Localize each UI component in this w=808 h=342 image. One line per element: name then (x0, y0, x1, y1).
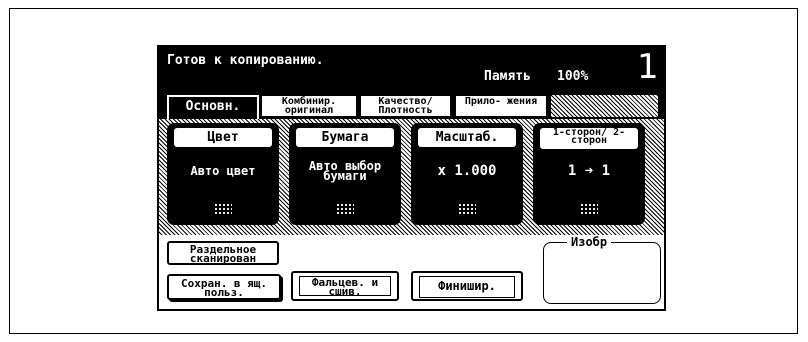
paper-value: Авто выбор бумаги (308, 159, 382, 183)
tab-bar: Основн. Комбинир. оригинал Качество/ Пло… (159, 91, 664, 119)
color-title: Цвет (174, 128, 272, 147)
copier-control-panel: Готов к копированию. Память 100% 1 Основ… (157, 45, 666, 311)
tab-blank-area (551, 95, 658, 117)
basic-settings-area: Цвет Авто цвет Бумага Авто выбор бумаги … (159, 119, 664, 309)
finishing-label: Финишир. (419, 276, 515, 298)
dots-icon (540, 197, 638, 221)
copy-count: 1 (637, 47, 659, 87)
color-button[interactable]: Цвет Авто цвет (167, 123, 279, 225)
duplex-button[interactable]: 1-сторон/ 2-сторон 1 ➜ 1 (533, 123, 645, 225)
fold-bind-button[interactable]: Фальцев. и сшив. (291, 271, 399, 301)
tab-combine-original[interactable]: Комбинир. оригинал (261, 95, 357, 117)
dots-icon (296, 197, 394, 221)
image-panel-label: Изобр (567, 235, 612, 249)
paper-button[interactable]: Бумага Авто выбор бумаги (289, 123, 401, 225)
color-value: Авто цвет (190, 164, 256, 178)
zoom-value: x 1.000 (437, 163, 497, 179)
finishing-button[interactable]: Финишир. (411, 271, 523, 301)
duplex-value: 1 ➜ 1 (567, 163, 611, 179)
duplex-title: 1-сторон/ 2-сторон (540, 128, 638, 149)
zoom-title: Масштаб. (418, 128, 516, 147)
tab-applications[interactable]: Прило- жения (455, 95, 547, 117)
dots-icon (174, 197, 272, 221)
status-message: Готов к копированию. (167, 53, 324, 68)
tab-basic[interactable]: Основн. (167, 95, 259, 119)
image-preview-panel (543, 242, 661, 304)
tab-quality-density[interactable]: Качество/ Плотность (360, 95, 451, 117)
status-bar: Готов к копированию. Память 100% 1 (159, 47, 664, 91)
memory-label: Память (484, 69, 531, 84)
dots-icon (418, 197, 516, 221)
memory-value: 100% (557, 69, 589, 84)
save-to-box-button[interactable]: Сохран. в ящ. польз. (167, 274, 281, 300)
separate-scan-button[interactable]: Раздельное сканирован (167, 241, 279, 265)
paper-title: Бумага (296, 128, 394, 147)
zoom-button[interactable]: Масштаб. x 1.000 (411, 123, 523, 225)
fold-bind-label: Фальцев. и сшив. (299, 276, 391, 297)
